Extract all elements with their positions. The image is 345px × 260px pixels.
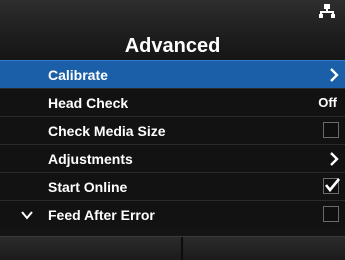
menu-item-start-online[interactable]: Start Online <box>0 172 345 200</box>
chevron-down-icon <box>21 211 33 220</box>
menu-item-label: Check Media Size <box>48 123 166 139</box>
menu-item-check-media-size[interactable]: Check Media Size <box>0 116 345 144</box>
chevron-right-icon <box>330 152 339 166</box>
menu-item-adjustments[interactable]: Adjustments <box>0 144 345 172</box>
menu-item-head-check[interactable]: Head Check Off <box>0 88 345 116</box>
check-media-size-checkbox[interactable] <box>323 122 339 138</box>
feed-after-error-checkbox[interactable] <box>323 206 339 222</box>
settings-list: Calibrate Head Check Off Check Media Siz… <box>0 60 345 228</box>
right-softkey[interactable] <box>185 237 345 260</box>
menu-item-label: Feed After Error <box>48 207 155 223</box>
menu-item-label: Head Check <box>48 95 129 111</box>
printer-settings-screen: Advanced Calibrate Head Check Off Check … <box>0 0 345 260</box>
head-check-value: Off <box>318 95 337 110</box>
menu-item-label: Calibrate <box>48 67 108 83</box>
menu-item-calibrate[interactable]: Calibrate <box>0 60 345 88</box>
softkey-bar <box>0 236 345 260</box>
page-title: Advanced <box>124 35 221 57</box>
network-icon <box>319 4 335 18</box>
header-bar: Advanced <box>0 0 345 60</box>
start-online-checkbox[interactable] <box>323 178 341 194</box>
chevron-right-icon <box>330 68 339 82</box>
menu-item-feed-after-error[interactable]: Feed After Error <box>0 200 345 228</box>
menu-item-label: Start Online <box>48 179 128 195</box>
menu-item-label: Adjustments <box>48 151 133 167</box>
checkmark-icon <box>324 178 341 193</box>
left-softkey[interactable] <box>0 237 183 260</box>
